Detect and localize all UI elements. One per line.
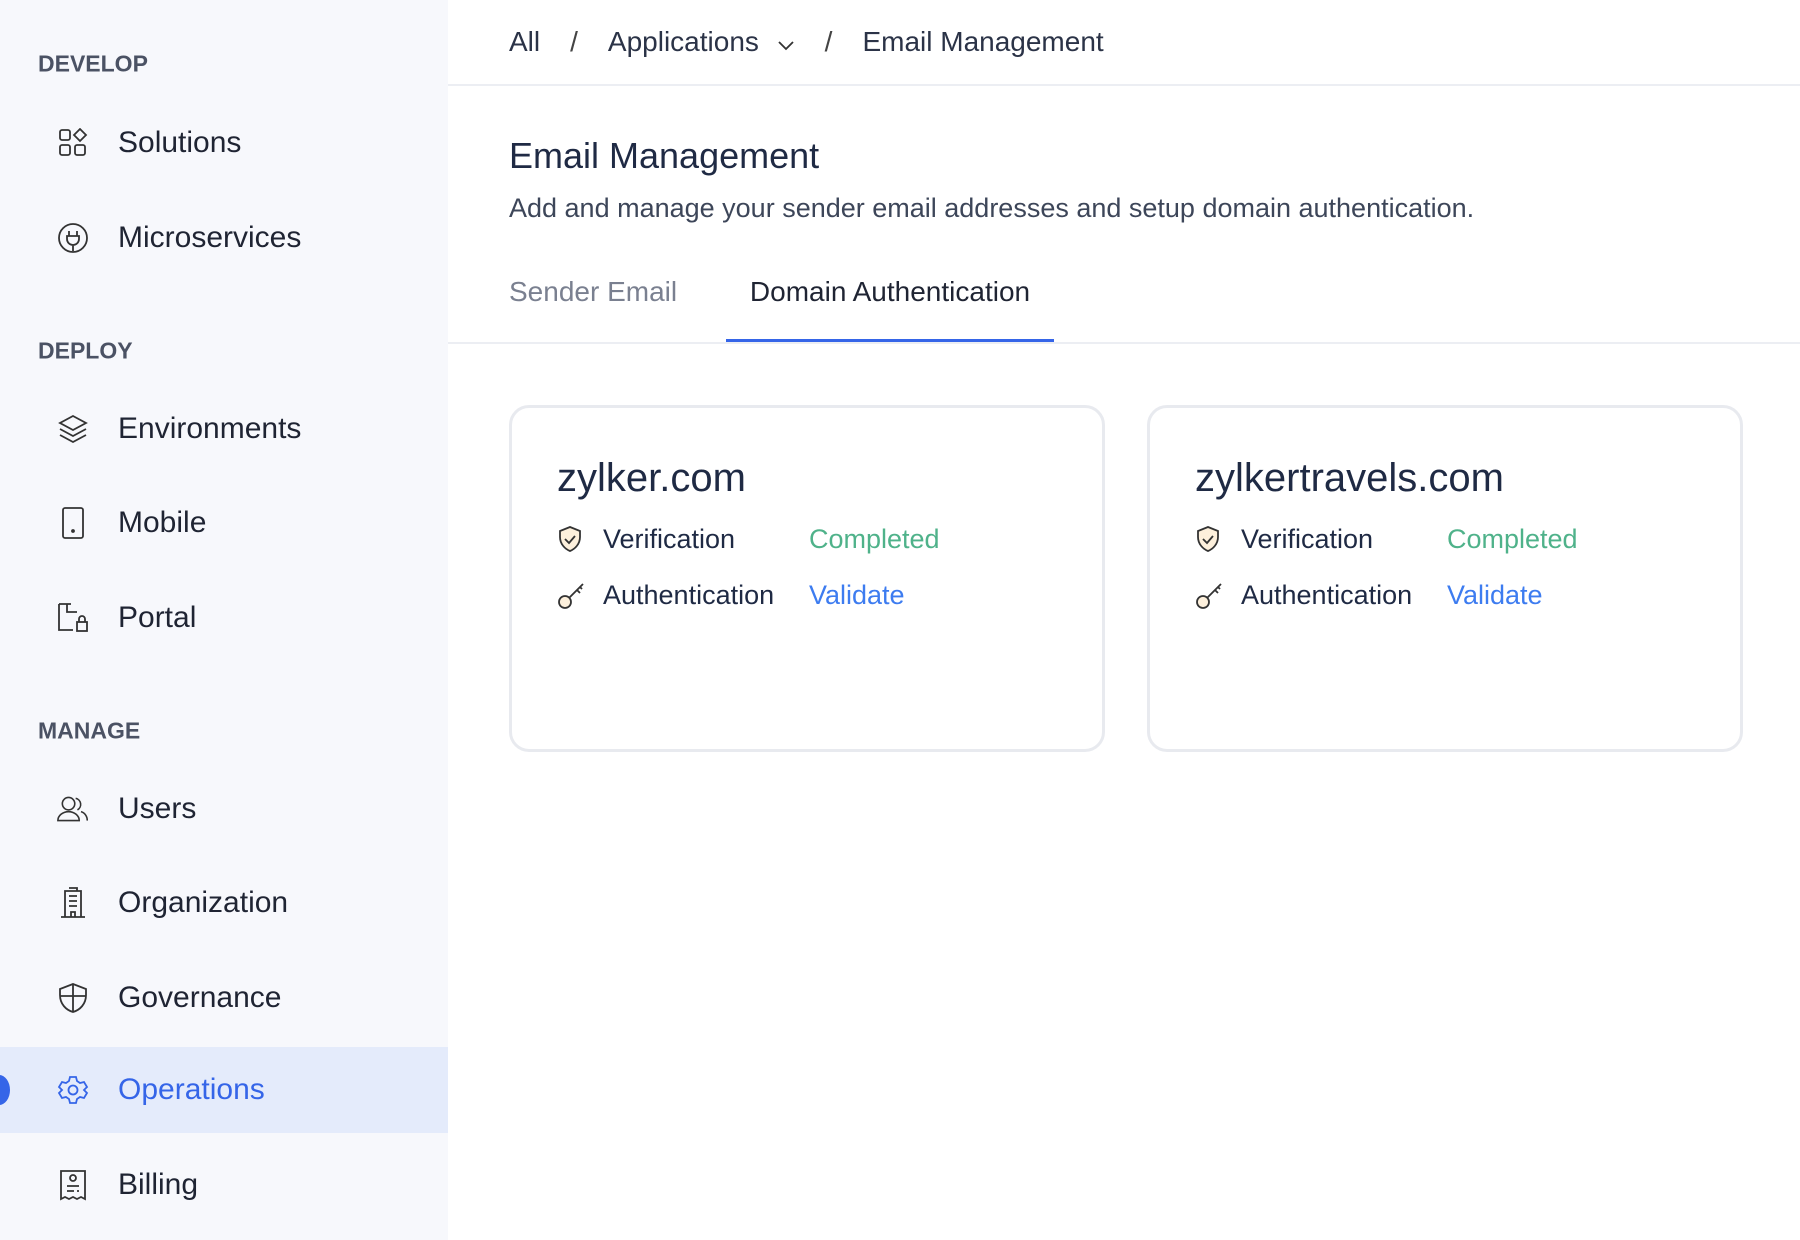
key-icon [1195,579,1227,611]
building-icon [57,887,89,919]
sidebar-item-label: Users [118,792,197,825]
sidebar-item-microservices[interactable]: Microservices [0,195,448,281]
breadcrumb-all[interactable]: All [509,26,540,58]
domain-name: zylkertravels.com [1195,456,1504,500]
validate-link[interactable]: Validate [1447,580,1543,611]
plug-icon [57,222,89,254]
section-deploy: DEPLOY [38,337,133,364]
grid-icon [57,127,89,159]
authentication-row: Authentication Validate [1195,579,1543,611]
sidebar-item-users[interactable]: Users [0,766,448,852]
breadcrumb-separator: / [824,26,833,57]
layers-icon [57,413,89,445]
page-subtitle: Add and manage your sender email address… [509,193,1475,223]
mobile-icon [57,507,89,539]
sidebar-item-billing[interactable]: Billing [0,1142,448,1228]
breadcrumb: All / Applications / Email Management [448,0,1800,86]
sidebar-item-label: Environments [118,412,302,445]
sidebar-item-organization[interactable]: Organization [0,860,448,946]
sidebar-item-label: Billing [118,1168,199,1201]
sidebar-item-portal[interactable]: Portal [0,575,448,661]
domain-card: zylkertravels.com Verification Completed… [1147,405,1743,752]
domain-card: zylker.com Verification Completed Authen… [509,405,1105,752]
verification-label: Verification [1241,523,1374,554]
receipt-icon [57,1169,89,1201]
main-content: All / Applications / Email Management Em… [448,0,1800,1240]
shield-check-icon [1195,523,1227,555]
key-icon [557,579,589,611]
validate-link[interactable]: Validate [809,580,905,611]
sidebar: DEVELOP Solutions Microservices DEPLOY E… [0,0,448,1240]
sidebar-item-governance[interactable]: Governance [0,955,448,1041]
sidebar-item-label: Governance [118,981,282,1014]
sidebar-item-label: Solutions [118,126,242,159]
domain-name: zylker.com [557,456,746,500]
authentication-label: Authentication [603,579,775,610]
sidebar-item-mobile[interactable]: Mobile [0,480,448,566]
section-develop: DEVELOP [38,50,148,77]
verification-label: Verification [603,523,736,554]
sidebar-item-label: Mobile [118,506,207,539]
sidebar-item-operations[interactable]: Operations [0,1047,448,1133]
portal-icon [57,602,89,634]
breadcrumb-separator: / [570,26,578,57]
verification-status: Completed [1447,523,1578,554]
breadcrumb-applications[interactable]: Applications [608,26,795,58]
sidebar-item-solutions[interactable]: Solutions [0,100,448,186]
shield-icon [57,982,89,1014]
sidebar-item-label: Microservices [118,221,302,254]
sidebar-item-label: Organization [118,886,289,919]
page-title: Email Management [509,135,820,176]
chevron-down-icon [778,41,794,51]
section-manage: MANAGE [38,717,141,744]
sidebar-item-label: Portal [118,601,197,634]
users-icon [57,793,89,825]
authentication-row: Authentication Validate [557,579,905,611]
verification-row: Verification Completed [557,523,940,555]
breadcrumb-applications-label: Applications [607,26,759,57]
tab-bar: Sender Email Domain Authentication [448,262,1800,344]
sidebar-item-label: Operations [118,1073,265,1106]
tab-sender-email[interactable]: Sender Email [509,276,677,308]
sidebar-item-environments[interactable]: Environments [0,386,448,472]
gear-icon [57,1074,89,1106]
verification-status: Completed [809,523,940,554]
authentication-label: Authentication [1241,579,1413,610]
verification-row: Verification Completed [1195,523,1578,555]
breadcrumb-current: Email Management [862,26,1104,57]
tab-domain-authentication[interactable]: Domain Authentication [726,276,1054,342]
shield-check-icon [557,523,589,555]
